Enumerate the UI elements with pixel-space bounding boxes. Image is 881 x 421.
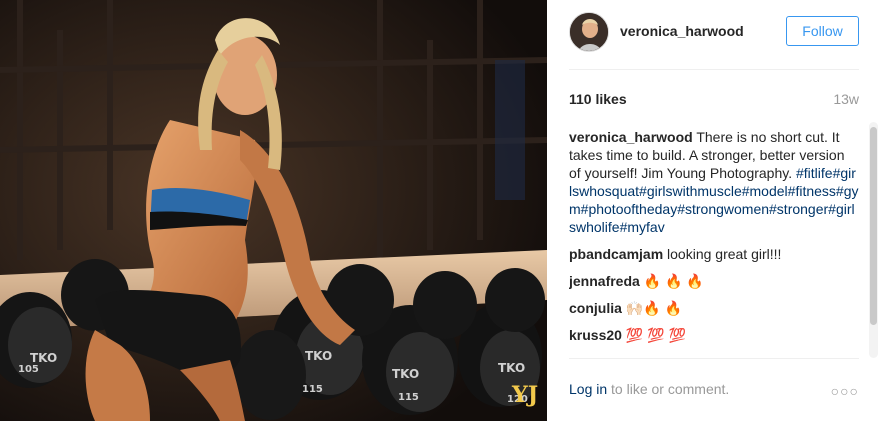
comment-item: kruss20 💯 💯 💯 xyxy=(569,326,859,344)
post-footer: Log in to like or comment. ○○○ xyxy=(569,358,859,421)
photo-watermark: YJ xyxy=(511,382,538,408)
post-username[interactable]: veronica_harwood xyxy=(620,23,744,39)
post-photo[interactable]: TKO TKO TKO TKO 115 115 120 105 YJ xyxy=(0,0,547,421)
login-prompt: Log in to like or comment. xyxy=(569,381,729,397)
caption: veronica_harwood There is no short cut. … xyxy=(569,128,859,236)
comments-scrollbar-thumb[interactable] xyxy=(870,127,877,325)
comment-text: 💯 💯 💯 xyxy=(625,327,686,343)
background-poster xyxy=(495,60,525,200)
post-stats: 110 likes 13w xyxy=(569,84,859,114)
comments-list: veronica_harwood There is no short cut. … xyxy=(569,128,859,353)
plate-label: TKO xyxy=(392,367,419,381)
plate-label: 105 xyxy=(18,364,39,375)
post-age[interactable]: 13w xyxy=(833,91,859,107)
comment-item: conjulia 🙌🏻🔥 🔥 xyxy=(569,299,859,317)
login-link[interactable]: Log in xyxy=(569,381,607,397)
plate-label: TKO xyxy=(498,361,525,375)
comment-username[interactable]: pbandcamjam xyxy=(569,246,663,262)
plate-label: TKO xyxy=(30,351,57,365)
post-side-panel: veronica_harwood Follow 110 likes 13w ve… xyxy=(547,0,881,421)
plate-label: TKO xyxy=(305,349,332,363)
comment-username[interactable]: jennafreda xyxy=(569,273,640,289)
comment-text: looking great girl!!! xyxy=(667,246,782,262)
comment-item: jennafreda 🔥 🔥 🔥 xyxy=(569,272,859,290)
more-options-icon[interactable]: ○○○ xyxy=(831,383,859,399)
caption-username[interactable]: veronica_harwood xyxy=(569,129,693,145)
plate-label: 115 xyxy=(398,392,419,403)
comment-username[interactable]: conjulia xyxy=(569,300,622,316)
likes-count[interactable]: 110 likes xyxy=(569,91,627,107)
comment-username[interactable]: kruss20 xyxy=(569,327,622,343)
follow-button[interactable]: Follow xyxy=(786,16,859,46)
plate-label: 115 xyxy=(302,384,323,395)
comment-text: 🔥 🔥 🔥 xyxy=(643,273,704,289)
avatar-image xyxy=(570,13,608,51)
post-header: veronica_harwood Follow xyxy=(569,12,859,70)
comment-item: pbandcamjam looking great girl!!! xyxy=(569,245,859,263)
avatar[interactable] xyxy=(569,12,609,52)
comment-text: 🙌🏻🔥 🔥 xyxy=(625,300,682,316)
login-prompt-text: to like or comment. xyxy=(611,381,730,397)
gym-photo-illustration: TKO TKO TKO TKO 115 115 120 105 YJ xyxy=(0,0,547,421)
